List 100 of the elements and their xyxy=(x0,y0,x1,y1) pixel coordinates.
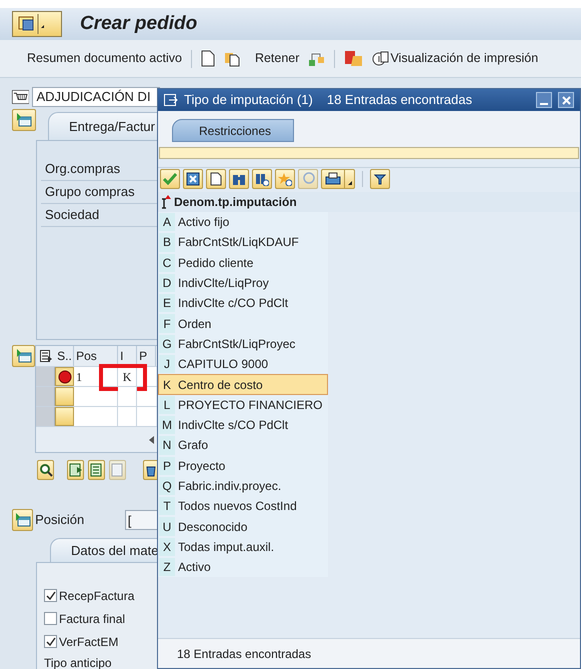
list-row[interactable]: F Orden xyxy=(158,313,328,334)
description-cell-text: Grafo xyxy=(177,437,208,454)
list-row[interactable]: U Desconocido xyxy=(158,516,328,537)
close-button[interactable] xyxy=(558,92,574,108)
table-settings-icon[interactable] xyxy=(40,350,52,362)
key-cell: U xyxy=(159,517,175,536)
zoom-icon[interactable] xyxy=(37,460,54,480)
hold-button[interactable]: Retener xyxy=(254,49,300,68)
summary-button[interactable]: Resumen documento activo xyxy=(27,49,182,68)
list-row[interactable]: Z Activo xyxy=(158,557,328,578)
key-cell: Z xyxy=(159,558,175,576)
row-insert-icon[interactable] xyxy=(67,460,84,480)
description-cell-text: Activo fijo xyxy=(177,214,230,232)
key-cell: B xyxy=(159,233,175,252)
list-row[interactable]: G FabrCntStk/LiqProyec xyxy=(158,334,328,354)
filter-icon[interactable] xyxy=(370,168,390,188)
status-text: 18 Entradas encontradas xyxy=(177,646,312,662)
account-type: K xyxy=(122,368,132,386)
checkbox[interactable] xyxy=(44,589,57,602)
print-preview-button[interactable]: Visualización de impresión xyxy=(372,49,538,68)
key-cell: D xyxy=(159,274,175,292)
list-row[interactable]: J CAPITULO 9000 xyxy=(158,354,328,374)
list-row[interactable]: E IndivClte c/CO PdClt xyxy=(158,293,328,314)
checkbox-label: VerFactEM xyxy=(59,634,118,650)
column-header[interactable]: P xyxy=(137,346,156,366)
description-cell-text: FabrCntStk/LiqKDAUF xyxy=(177,234,299,252)
binoculars-icon[interactable] xyxy=(229,168,249,188)
copy-document-icon[interactable] xyxy=(224,50,240,67)
binoculars-plus-icon[interactable] xyxy=(252,168,272,188)
column-header[interactable]: I xyxy=(118,346,138,366)
key-cell: E xyxy=(159,294,175,312)
list-row[interactable]: Q Fabric.indiv.proyec. xyxy=(158,476,328,496)
description-cell-text: FabrCntStk/LiqProyec xyxy=(177,336,296,353)
header-toggle-icon[interactable] xyxy=(12,109,36,131)
list-row[interactable]: C Pedido cliente xyxy=(158,252,328,273)
delivery-invoice-tab[interactable]: Entrega/Factur xyxy=(48,112,160,140)
key-cell: G xyxy=(159,334,175,354)
checkbox[interactable] xyxy=(44,612,57,625)
checkmark-icon[interactable] xyxy=(160,168,180,188)
dialog-icon xyxy=(164,94,178,106)
items-toggle-icon[interactable] xyxy=(12,345,36,367)
item-field[interactable]: [ xyxy=(124,510,160,530)
list-row[interactable]: M IndivClte s/CO PdClt xyxy=(158,414,328,436)
field-label: Sociedad xyxy=(45,206,100,224)
sort-icon[interactable] xyxy=(161,195,171,209)
list-row[interactable]: X Todas imput.auxil. xyxy=(158,536,328,558)
restrictions-tab[interactable]: Restricciones xyxy=(172,119,294,142)
checkbox-label: RecepFactura xyxy=(59,588,134,604)
list-row[interactable]: N Grafo xyxy=(158,435,328,456)
key-cell: F xyxy=(159,314,175,333)
checkbox[interactable] xyxy=(44,635,57,648)
minimize-button[interactable] xyxy=(536,92,552,108)
row-copy-icon[interactable] xyxy=(88,460,106,480)
document-icon[interactable] xyxy=(206,168,226,188)
description-cell-text: IndivClte s/CO PdClt xyxy=(177,417,288,434)
printer-icon[interactable] xyxy=(321,168,355,188)
key-cell: M xyxy=(159,416,175,434)
list-row[interactable]: T Todos nuevos CostInd xyxy=(158,496,328,516)
field-label: Grupo compras xyxy=(45,183,135,202)
key-cell-text: K xyxy=(162,376,172,394)
description-cell-text: Centro de costo xyxy=(177,376,263,394)
position-number: 1 xyxy=(76,368,82,386)
scroll-left-icon[interactable] xyxy=(149,436,155,444)
list-row[interactable]: P Proyecto xyxy=(158,456,328,476)
material-data-tab[interactable]: Datos del mate xyxy=(50,538,160,562)
window-title: Crear pedido xyxy=(80,12,198,36)
key-cell: N xyxy=(159,436,175,455)
menu-icon[interactable] xyxy=(12,11,62,37)
star-plus-icon[interactable] xyxy=(275,168,295,188)
list-row[interactable]: L PROYECTO FINANCIERO xyxy=(158,394,328,415)
description-cell-text: IndivClte c/CO PdClt xyxy=(177,295,288,312)
document-type-field[interactable]: ADJUDICACIÓN DI xyxy=(32,87,160,107)
list-row[interactable]: K Centro de costo xyxy=(158,374,328,395)
description-cell-text: Fabric.indiv.proyec. xyxy=(177,478,282,495)
description-cell-text: Activo xyxy=(177,559,211,576)
key-cell: C xyxy=(159,254,175,272)
item-toggle-icon[interactable] xyxy=(12,509,34,531)
document-icon[interactable] xyxy=(200,50,215,67)
description-cell-text: Pedido cliente xyxy=(177,254,254,272)
status-button[interactable] xyxy=(55,407,74,426)
column-header[interactable]: Pos xyxy=(74,346,118,366)
list-row[interactable]: B FabrCntStk/LiqKDAUF xyxy=(158,232,328,253)
description-cell-text: PROYECTO FINANCIERO xyxy=(177,396,322,414)
description-cell-text: CAPITULO 9000 xyxy=(177,356,268,374)
column-header[interactable]: S.. xyxy=(55,346,74,366)
table-cell xyxy=(137,407,156,426)
key-cell: L xyxy=(159,396,175,414)
entries-count: 18 Entradas encontradas xyxy=(326,91,472,110)
item-label: Posición xyxy=(35,511,86,530)
description-cell-text: Orden xyxy=(177,316,212,333)
description-cell-text: IndivClte/LiqProy xyxy=(177,275,269,292)
cancel-icon[interactable] xyxy=(183,168,203,188)
key-cell: Q xyxy=(159,476,175,496)
error-status-icon[interactable] xyxy=(55,367,74,386)
list-row[interactable]: A Activo fijo xyxy=(158,212,328,232)
key-cell: J xyxy=(159,355,175,374)
messages-icon[interactable] xyxy=(344,50,364,67)
key-cell: X xyxy=(159,538,175,556)
close-icon xyxy=(562,96,570,104)
list-row[interactable]: D IndivClte/LiqProy xyxy=(158,272,328,294)
